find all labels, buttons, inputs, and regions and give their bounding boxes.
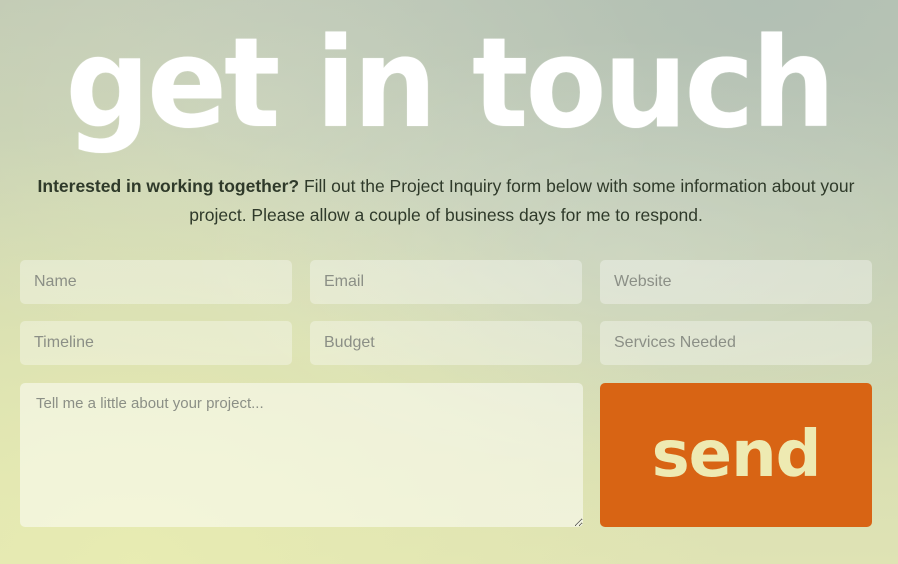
timeline-input[interactable] <box>20 321 292 365</box>
intro-text: Interested in working together? Fill out… <box>20 172 872 230</box>
website-input[interactable] <box>600 260 872 304</box>
intro-bold: Interested in working together? <box>37 176 300 196</box>
name-input[interactable] <box>20 260 292 304</box>
project-message-textarea[interactable] <box>20 383 583 527</box>
email-input[interactable] <box>310 260 582 304</box>
page-title: get in touch <box>65 10 836 156</box>
send-button[interactable]: send <box>600 383 872 527</box>
budget-input[interactable] <box>310 321 582 365</box>
services-needed-input[interactable] <box>600 321 872 365</box>
